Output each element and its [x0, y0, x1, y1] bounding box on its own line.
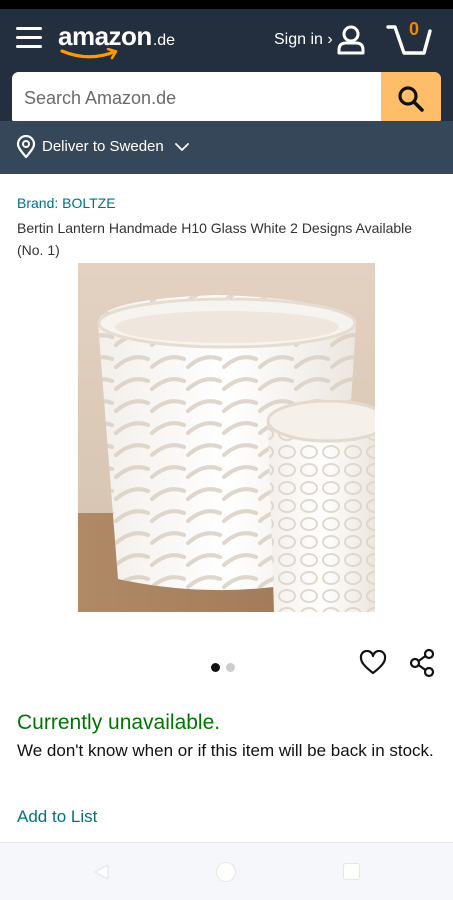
add-to-list-link[interactable]: Add to List	[17, 807, 97, 827]
cart-count: 0	[408, 19, 419, 39]
smile-icon	[60, 48, 118, 60]
back-icon[interactable]	[92, 863, 110, 881]
amazon-logo[interactable]: amazon.de	[58, 21, 175, 63]
product-title: Bertin Lantern Handmade H10 Glass White …	[17, 220, 413, 258]
user-icon[interactable]	[336, 25, 366, 55]
image-carousel-dots[interactable]	[211, 659, 241, 677]
header: amazon.de Sign in › 0	[0, 9, 453, 125]
heart-icon[interactable]	[359, 650, 387, 676]
search-input[interactable]	[12, 72, 380, 125]
availability-note: We don't know when or if this item will …	[17, 741, 434, 760]
home-icon[interactable]	[216, 862, 236, 882]
product-image[interactable]	[78, 263, 375, 612]
availability-status: Currently unavailable.	[17, 711, 221, 734]
lantern-photo	[78, 263, 375, 612]
chevron-down-icon	[175, 143, 189, 151]
logo-text: amazon	[58, 21, 152, 51]
carousel-dot-active[interactable]	[211, 663, 220, 672]
share-icon[interactable]	[408, 648, 436, 678]
search-button[interactable]	[381, 72, 441, 125]
search-icon	[398, 85, 424, 112]
sign-in-link[interactable]: Sign in ›	[274, 31, 333, 49]
menu-icon[interactable]	[16, 27, 42, 51]
carousel-dot[interactable]	[226, 663, 235, 672]
brand-link[interactable]: Brand: BOLTZE	[17, 195, 116, 211]
status-strip	[0, 0, 453, 9]
system-nav-bar	[0, 842, 453, 900]
cart-button[interactable]: 0	[386, 19, 432, 64]
logo-suffix: .de	[152, 32, 176, 49]
search-bar	[12, 72, 441, 125]
location-pin-icon	[16, 135, 36, 159]
recent-apps-icon[interactable]	[343, 863, 360, 880]
deliver-label: Deliver to Sweden	[42, 138, 164, 155]
deliver-to-bar[interactable]: Deliver to Sweden	[0, 121, 453, 174]
